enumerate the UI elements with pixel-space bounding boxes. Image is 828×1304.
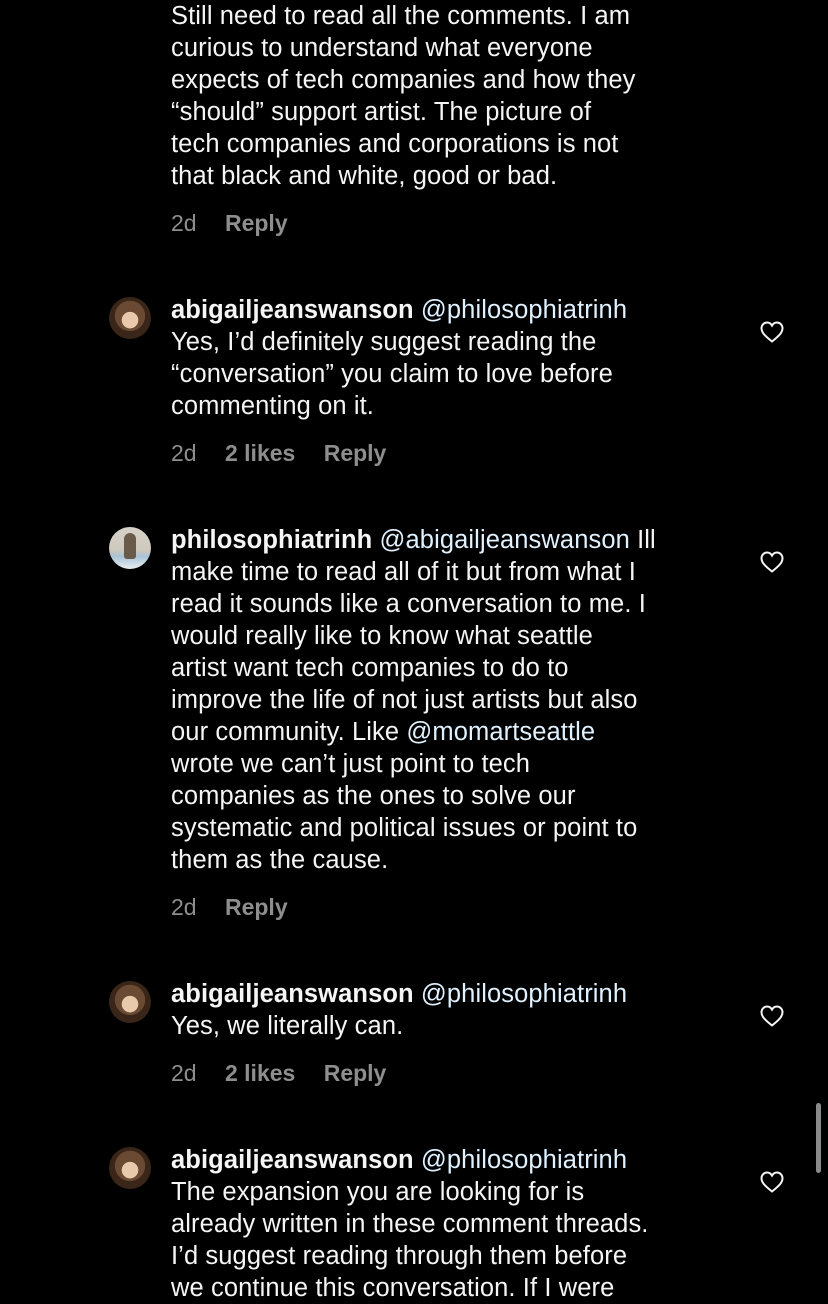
comment-line: Still need to read all the comments. I a… (171, 2, 631, 30)
username[interactable]: philosophiatrinh (171, 526, 372, 554)
comment-line: Yes, we literally can. (171, 1012, 404, 1040)
comment-meta: 2d Reply (171, 893, 310, 921)
mention-link[interactable]: @abigailjeanswanson (380, 526, 630, 554)
avatar[interactable] (109, 297, 151, 339)
heart-outline-icon[interactable] (760, 1171, 784, 1193)
heart-outline-icon[interactable] (760, 321, 784, 343)
reply-button[interactable]: Reply (225, 210, 288, 236)
reply-button[interactable]: Reply (324, 1060, 387, 1086)
comment-line: “should” support artist. The picture of (171, 98, 592, 126)
comment-line: already written in these comment threads… (171, 1210, 649, 1238)
comment-time: 2d (171, 894, 197, 920)
comment-time: 2d (171, 210, 197, 236)
comment-line: we continue this conversation. If I were (171, 1274, 615, 1302)
comment-line: systematic and political issues or point… (171, 814, 638, 842)
comment-line: wrote we can’t just point to tech (171, 750, 531, 778)
comment-time: 2d (171, 440, 197, 466)
heart-outline-icon[interactable] (760, 551, 784, 573)
comment-header-line: abigailjeanswanson @philosophiatrinh (171, 978, 731, 1010)
comment-line-text: our community. Like (171, 718, 407, 746)
username[interactable]: abigailjeanswanson (171, 1146, 414, 1174)
comment-line: expects of tech companies and how they (171, 66, 636, 94)
comment-text: philosophiatrinh @abigailjeanswanson Ill… (171, 524, 731, 876)
comment-line: Ill (629, 526, 656, 554)
comment-meta: 2d Reply (171, 209, 310, 237)
heart-outline-icon[interactable] (760, 1005, 784, 1027)
comment-meta: 2d 2 likes Reply (171, 1059, 408, 1087)
mention-link[interactable]: @philosophiatrinh (421, 980, 627, 1008)
mention-link[interactable]: @momartseattle (406, 718, 595, 746)
comment-line: read it sounds like a conversation to me… (171, 590, 646, 618)
avatar[interactable] (109, 1147, 151, 1189)
comment-text: abigailjeanswanson @philosophiatrinh The… (171, 1144, 731, 1304)
avatar[interactable] (109, 981, 151, 1023)
comment-line: tech companies and corporations is not (171, 130, 619, 158)
comment-line: commenting on it. (171, 392, 374, 420)
comment-time: 2d (171, 1060, 197, 1086)
comment-line: I’d suggest reading through them before (171, 1242, 628, 1270)
reply-button[interactable]: Reply (225, 894, 288, 920)
comment-line: The expansion you are looking for is (171, 1178, 585, 1206)
username[interactable]: abigailjeanswanson (171, 296, 414, 324)
comment-text: Still need to read all the comments. I a… (171, 0, 731, 192)
mention-link[interactable]: @philosophiatrinh (421, 1146, 627, 1174)
comment-line: “conversation” you claim to love before (171, 360, 613, 388)
avatar[interactable] (109, 527, 151, 569)
comment-line: make time to read all of it but from wha… (171, 558, 636, 586)
comment-text: abigailjeanswanson @philosophiatrinh Yes… (171, 978, 731, 1042)
comment-header-line: abigailjeanswanson @philosophiatrinh (171, 294, 731, 326)
username[interactable]: abigailjeanswanson (171, 980, 414, 1008)
comment-header-line: abigailjeanswanson @philosophiatrinh (171, 1144, 731, 1176)
comment-meta: 2d 2 likes Reply (171, 439, 408, 467)
scrollbar-thumb[interactable] (816, 1103, 821, 1173)
likes-count[interactable]: 2 likes (225, 440, 295, 466)
reply-button[interactable]: Reply (324, 440, 387, 466)
mention-link[interactable]: @philosophiatrinh (421, 296, 627, 324)
comment-line: our community. Like @momartseattle (171, 716, 731, 748)
comment-line: companies as the ones to solve our (171, 782, 576, 810)
comment-line: that black and white, good or bad. (171, 162, 558, 190)
comment-line: improve the life of not just artists but… (171, 686, 638, 714)
comment-line: artist want tech companies to do to (171, 654, 569, 682)
comment-line: Yes, I’d definitely suggest reading the (171, 328, 597, 356)
comment-line: them as the cause. (171, 846, 389, 874)
comment-header-line: philosophiatrinh @abigailjeanswanson Ill (171, 524, 731, 556)
comment-text: abigailjeanswanson @philosophiatrinh Yes… (171, 294, 731, 422)
comment-line: curious to understand what everyone (171, 34, 593, 62)
likes-count[interactable]: 2 likes (225, 1060, 295, 1086)
comment-line: would really like to know what seattle (171, 622, 593, 650)
